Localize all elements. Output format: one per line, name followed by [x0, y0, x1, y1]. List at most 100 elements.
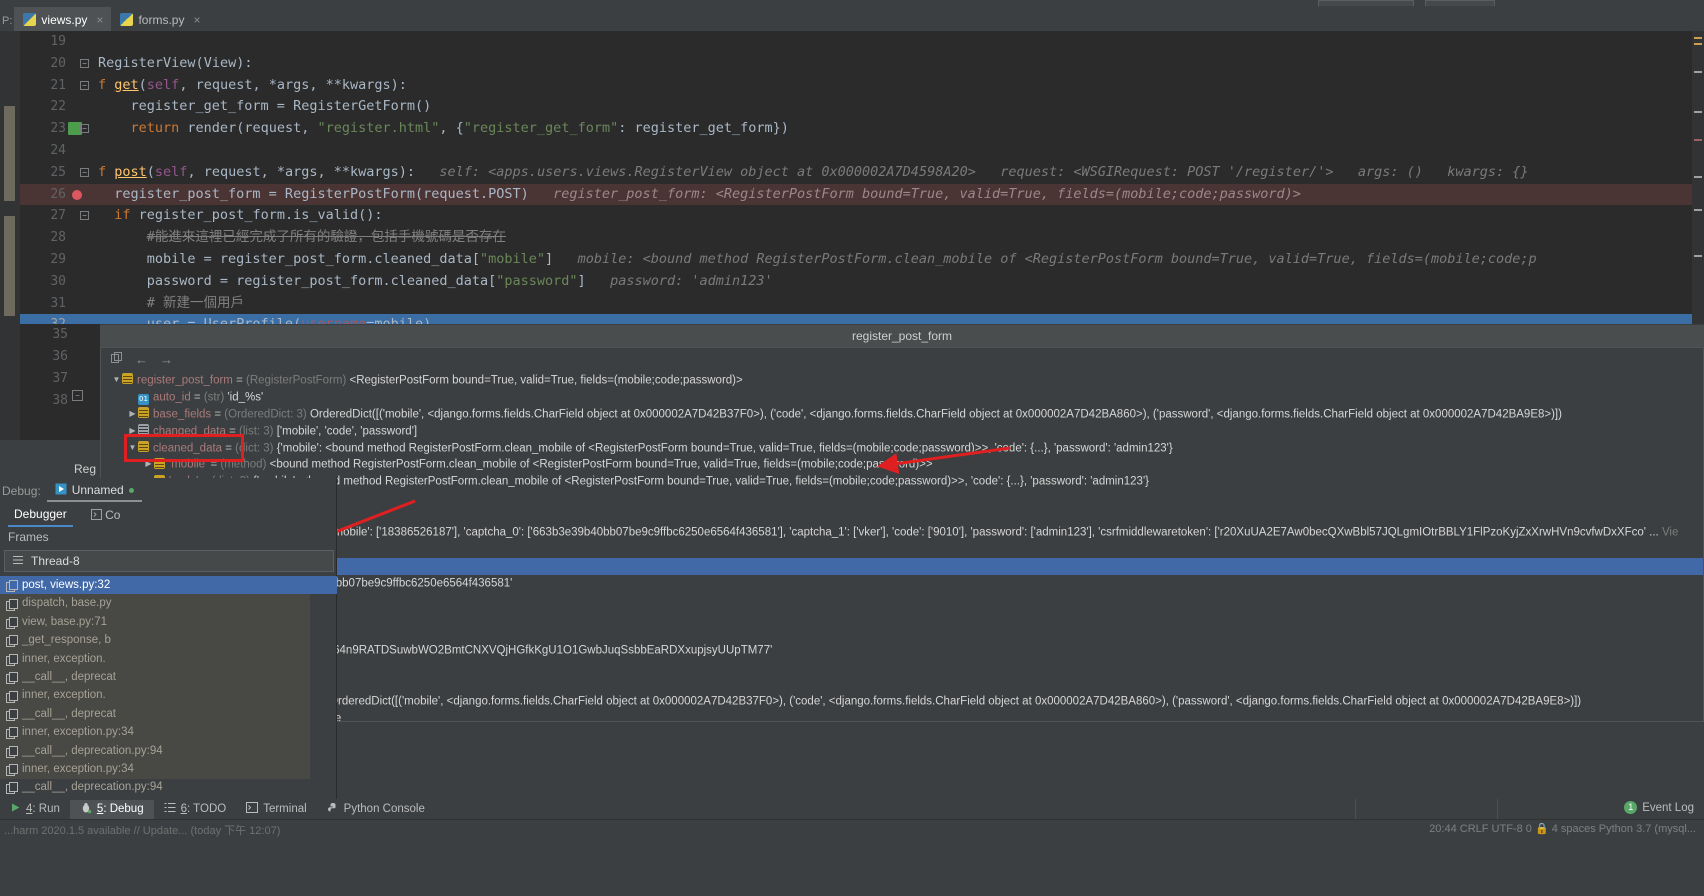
fold-marker-icon[interactable]: −	[80, 80, 89, 90]
toolwindow-button-run[interactable]: 4: Run	[0, 800, 70, 818]
variable-name: register_post_form	[137, 374, 233, 387]
variable-row[interactable]: 01'captcha_0' = (str) '663b3e39b40bb07be…	[101, 575, 1703, 592]
fold-marker-icon[interactable]: −	[80, 58, 89, 68]
frame-list-item[interactable]: __call__, deprecat	[0, 668, 337, 686]
toolwindow-button-pythonconsole[interactable]: Python Console	[317, 800, 435, 819]
variable-row[interactable]: ▶ base_fields = (OrderedDict: 3) OrderedD…	[101, 406, 1703, 423]
variable-row[interactable]: ▶declared_fields = (OrderedDict: 3) Orde…	[101, 693, 1703, 710]
chevron-right-icon[interactable]: ▶	[143, 456, 154, 473]
code-line[interactable]: 19	[20, 31, 1704, 53]
frame-list-item[interactable]: inner, exception.py:34	[0, 723, 337, 741]
variable-row[interactable]: ▼ register_post_form = (RegisterPostForm)…	[101, 372, 1703, 389]
code-line[interactable]: 26 register_post_form = RegisterPostForm…	[20, 183, 1704, 206]
chevron-down-icon[interactable]: ▼	[127, 440, 138, 457]
tab-views-py[interactable]: views.py ×	[14, 7, 112, 32]
variable-value-truncated[interactable]: Vie	[1662, 527, 1678, 539]
status-bar-indicators[interactable]: 20:44 CRLF UTF-8 0 🔒 4 spaces Python 3.7…	[1429, 822, 1696, 835]
arrow-right-icon[interactable]: →	[160, 352, 173, 367]
variable-row[interactable]: 01encoding = (str) 'utf-8'	[101, 541, 1703, 558]
code-line[interactable]: 20 − RegisterView(View):	[20, 53, 1704, 75]
fold-marker-icon[interactable]: −	[80, 124, 89, 134]
python-file-icon	[120, 13, 134, 26]
variable-row[interactable]: 01'mobile' = (str) '18386526187'	[101, 557, 1703, 575]
fold-marker-icon[interactable]: −	[80, 211, 89, 221]
frame-list-item[interactable]: _get_response, b	[0, 631, 337, 649]
chevron-down-icon[interactable]: ▼	[111, 372, 122, 389]
toolwindow-button-terminal[interactable]: Terminal	[236, 800, 316, 818]
variable-row[interactable]: 01default_renderer = (NoneType) None	[101, 710, 1703, 721]
chevron-right-icon[interactable]: ▶	[127, 406, 138, 423]
frame-list-item[interactable]: post, views.py:32	[0, 576, 337, 595]
event-log-button[interactable]: 1 Event Log	[1624, 801, 1694, 814]
frame-list-item[interactable]: inner, exception.	[0, 686, 337, 704]
code-editor[interactable]: 19 20− RegisterView(View): 21− f get(self, r…	[0, 31, 1704, 324]
tab-debugger[interactable]: Debugger	[8, 505, 73, 527]
variable-row[interactable]: ▼ cleaned_data = (dict: 3) {'mobile': <bo…	[101, 440, 1703, 457]
fold-marker-icon[interactable]: −	[80, 167, 89, 177]
fold-marker-icon[interactable]: −	[72, 390, 83, 401]
code-line[interactable]: 27 − if register_post_form.is_valid():	[20, 205, 1704, 227]
variable-row[interactable]: ▼data = (QueryDict: 6) <QueryDict: {'mob…	[101, 524, 1703, 541]
variable-row[interactable]: 01'password' = (str) 'admin123'	[101, 490, 1703, 507]
variable-row[interactable]: 01'captcha_1' = (str) 'vker'	[101, 592, 1703, 609]
code-line[interactable]: 22 register_get_form = RegisterGetForm()	[20, 96, 1704, 118]
code-line[interactable]: 23 − return render(request, "register.htm…	[20, 118, 1704, 140]
copy-value-icon[interactable]	[111, 351, 123, 367]
line-number: 32	[20, 314, 66, 324]
line-number: 31	[50, 295, 66, 311]
thread-selector[interactable]: Thread-8	[4, 550, 334, 572]
code-line[interactable]: 24	[20, 140, 1704, 162]
variables-popup[interactable]: ← → ▼ register_post_form = (RegisterPostF…	[100, 347, 1704, 722]
code-line-text: register_get_form = RegisterGetForm()	[98, 98, 432, 115]
variable-row[interactable]: 01 auto_id = (str) 'id_%s'	[101, 389, 1703, 406]
variable-row[interactable]: ▶ changed_data = (list: 3) ['mobile', 'co…	[101, 423, 1703, 440]
frame-label: _get_response, b	[22, 634, 111, 647]
chevron-right-icon[interactable]: ▶	[127, 423, 138, 440]
project-label: P:	[2, 15, 13, 27]
frame-list-item[interactable]: dispatch, base.py	[0, 594, 337, 612]
frames-list[interactable]: post, views.py:32 dispatch, base.py view, …	[0, 576, 337, 813]
code-line[interactable]: 29 mobile = register_post_form.cleaned_d…	[20, 249, 1704, 271]
code-line-text: if register_post_form.is_valid():	[114, 207, 383, 224]
code-line[interactable]: 21 − f get(self, request, *args, **kwargs)…	[20, 75, 1704, 97]
frame-list-item[interactable]: __call__, deprecation.py:94	[0, 742, 337, 760]
close-icon[interactable]: ×	[96, 13, 103, 27]
variables-popup-title: register_post_form	[100, 325, 1704, 347]
line-number: 23	[50, 121, 66, 137]
variable-row[interactable]: 01'password' = (str) 'admin123'	[101, 625, 1703, 642]
variable-row[interactable]: 01__len__ = (int) 6	[101, 659, 1703, 676]
editor-marker-rail[interactable]	[1692, 31, 1704, 324]
code-line[interactable]: 25 − f post(self, request, *args, **kwargs…	[20, 162, 1704, 184]
variable-row[interactable]: ▶ 'mobile' = (method) <bound method Regis…	[101, 456, 1703, 473]
frame-list-item[interactable]: __call__, deprecat	[0, 705, 337, 723]
variable-value: {'mobile': <bound method RegisterPostFor…	[253, 475, 1149, 488]
variable-row[interactable]: 01__len__ = (int) 3	[101, 507, 1703, 524]
code-line[interactable]: 31 # 新建一個用戶	[20, 293, 1704, 315]
variables-tree[interactable]: ▼ register_post_form = (RegisterPostForm)…	[101, 372, 1703, 721]
close-icon[interactable]: ×	[193, 13, 200, 27]
toolwindow-button-todo[interactable]: 6: TODO	[154, 800, 237, 818]
frame-list-item[interactable]: inner, exception.	[0, 650, 337, 668]
frame-list-item[interactable]: inner, exception.py:34	[0, 760, 337, 778]
variable-row[interactable]: 01'csrfmiddlewaretoken' = (str) 'KS64n9R…	[101, 642, 1703, 659]
tab-console[interactable]: Co	[85, 506, 127, 526]
bottom-toolwindow-bar[interactable]: 4: Run 5: Debug 6: TODO Terminal Python Cons…	[0, 799, 1704, 819]
tab-forms-py[interactable]: forms.py ×	[111, 7, 208, 32]
variable-row[interactable]: 01'code' = (str) '9010'	[101, 608, 1703, 625]
run-config-chip[interactable]: Unnamed	[46, 481, 142, 502]
code-line[interactable]: 28 #能進來這裡已經完成了所有的驗證，包括手機號碼是否存在	[20, 227, 1704, 249]
code-line[interactable]: 30 password = register_post_form.cleaned…	[20, 271, 1704, 293]
toolwindow-button-debug[interactable]: 5: Debug	[69, 799, 154, 819]
variable-row[interactable]: ▶⚲Protected Attributes	[101, 676, 1703, 693]
code-line[interactable]: 32 user = UserProfile(username=mobile)	[20, 314, 1704, 324]
code-line-text: password = register_post_form.cleaned_da…	[98, 272, 773, 289]
variable-row[interactable]: ▶'code' = (dict: 3) {'mobile': <bound me…	[101, 473, 1703, 490]
frame-list-item[interactable]: __call__, deprecation.py:94	[0, 778, 337, 796]
line-number: 19	[50, 34, 66, 49]
breakpoint-icon[interactable]	[72, 189, 82, 200]
frame-list-item[interactable]: view, base.py:71	[0, 613, 337, 631]
debug-tool-window[interactable]: Debug: Unnamed Debugger Co Frames Thread…	[0, 478, 337, 813]
status-bar-message[interactable]: ...harm 2020.1.5 available // Update... …	[4, 822, 280, 838]
arrow-left-icon[interactable]: ←	[135, 352, 148, 367]
